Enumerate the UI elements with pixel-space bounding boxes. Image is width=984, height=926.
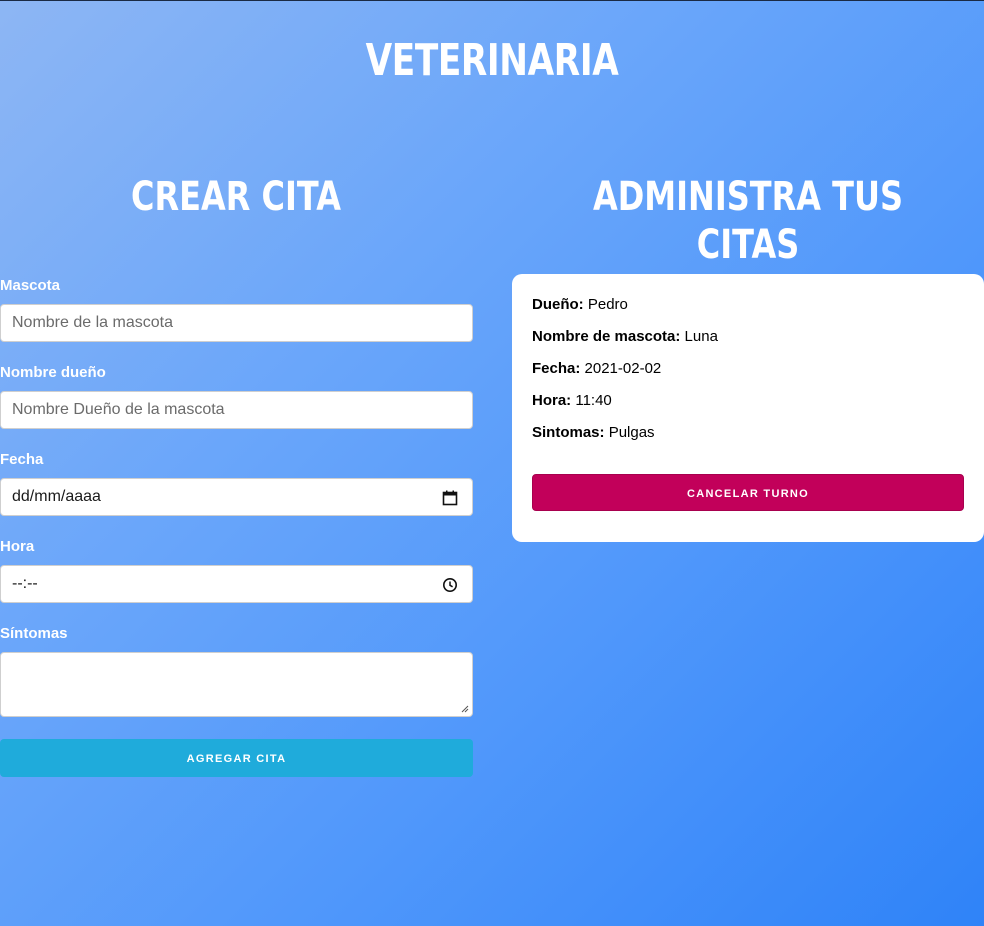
date-input-value: dd/mm/aaaa bbox=[12, 488, 101, 505]
page-title: VETERINARIA bbox=[365, 35, 619, 86]
appointment-time-row: Hora: 11:40 bbox=[532, 392, 964, 410]
pet-label: Mascota bbox=[0, 277, 61, 294]
owner-name-placeholder: Nombre Dueño de la mascota bbox=[12, 401, 225, 418]
symptoms-label: Síntomas bbox=[0, 625, 68, 642]
time-key: Hora: bbox=[532, 392, 572, 409]
symptoms-key: Sintomas: bbox=[532, 424, 605, 441]
date-label: Fecha bbox=[0, 451, 44, 468]
appointment-date-row: Fecha: 2021-02-02 bbox=[532, 360, 964, 378]
symptoms-textarea[interactable] bbox=[0, 652, 473, 717]
date-key: Fecha: bbox=[532, 360, 581, 377]
manage-appointments-heading: ADMINISTRA TUS CITAS bbox=[592, 174, 904, 268]
appointment-owner-row: Dueño: Pedro bbox=[532, 296, 964, 314]
pet-key: Nombre de mascota: bbox=[532, 328, 681, 345]
symptoms-value-text: Pulgas bbox=[608, 424, 655, 441]
owner-key: Dueño: bbox=[532, 296, 584, 313]
owner-value: Pedro bbox=[587, 296, 628, 313]
calendar-icon[interactable] bbox=[442, 490, 458, 506]
appointment-card: Dueño: Pedro Nombre de mascota: Luna Fec… bbox=[512, 274, 984, 542]
cancel-appointment-button[interactable]: CANCELAR TURNO bbox=[532, 474, 964, 511]
owner-label: Nombre dueño bbox=[0, 364, 106, 381]
time-input-value: --:-- bbox=[12, 575, 38, 592]
create-appointment-heading: CREAR CITA bbox=[130, 174, 342, 220]
time-label: Hora bbox=[0, 538, 35, 555]
owner-name-input[interactable]: Nombre Dueño de la mascota bbox=[0, 391, 473, 429]
pet-name-input[interactable]: Nombre de la mascota bbox=[0, 304, 473, 342]
date-value: 2021-02-02 bbox=[584, 360, 662, 377]
appointment-pet-row: Nombre de mascota: Luna bbox=[532, 328, 964, 346]
add-appointment-button[interactable]: AGREGAR CITA bbox=[0, 739, 473, 777]
time-value: 11:40 bbox=[575, 392, 612, 409]
appointment-symptoms-row: Sintomas: Pulgas bbox=[532, 424, 964, 442]
clock-icon[interactable] bbox=[442, 577, 458, 593]
date-input[interactable]: dd/mm/aaaa bbox=[0, 478, 473, 516]
pet-value: Luna bbox=[684, 328, 718, 345]
time-input[interactable]: --:-- bbox=[0, 565, 473, 603]
appointment-form: Mascota Nombre de la mascota Nombre dueñ… bbox=[0, 271, 473, 777]
pet-name-placeholder: Nombre de la mascota bbox=[12, 314, 173, 331]
resize-handle-icon[interactable] bbox=[461, 705, 469, 713]
